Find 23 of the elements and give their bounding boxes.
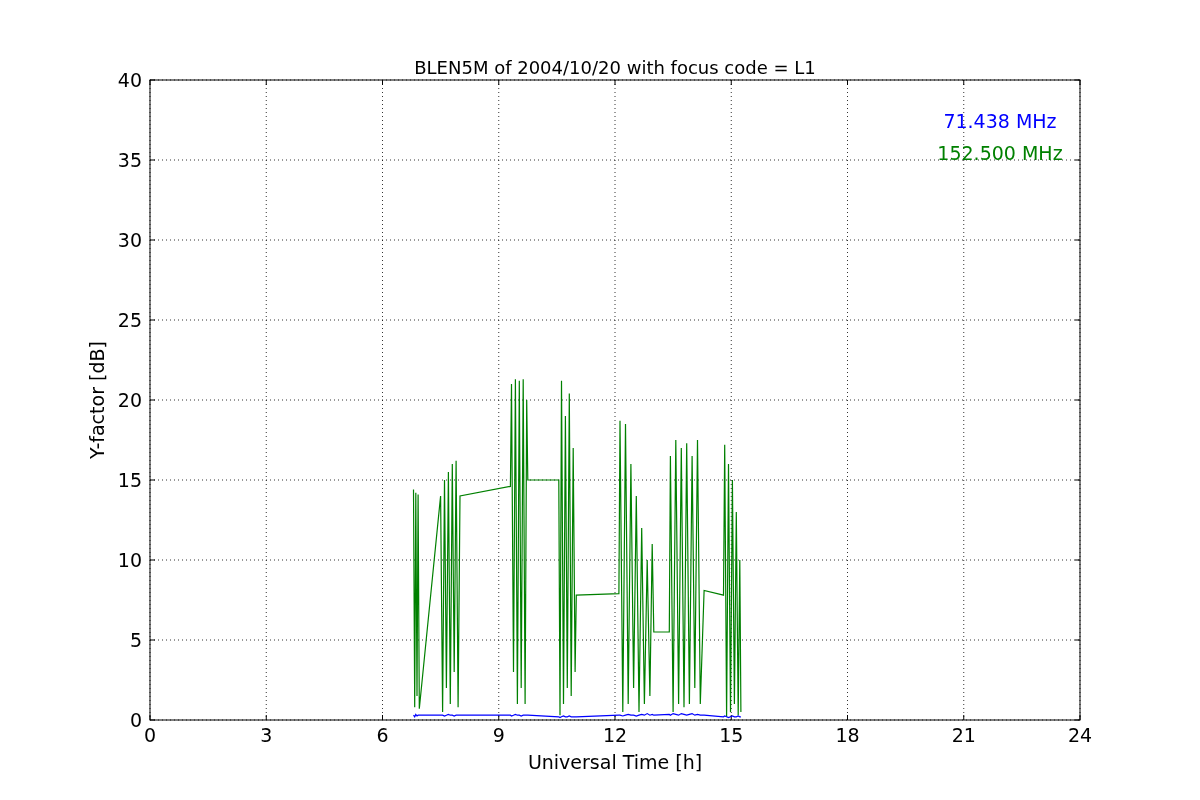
tick-label: 0 [129, 709, 142, 731]
tick-label: 12 [602, 724, 628, 746]
tick-label: 15 [117, 469, 142, 491]
tick-label: 24 [1067, 724, 1093, 746]
tick-label: 21 [951, 724, 976, 746]
legend-label: 152.500 MHz [937, 142, 1063, 164]
tick-label: 5 [129, 629, 142, 651]
tick-label: 3 [260, 724, 273, 746]
tick-label: 25 [117, 309, 142, 331]
legend-label: 71.438 MHz [943, 110, 1057, 132]
tick-label: 6 [376, 724, 389, 746]
x-axis-title: Universal Time [h] [527, 751, 703, 773]
tick-label: 10 [117, 549, 142, 571]
tick-label: 0 [143, 724, 157, 746]
tick-label: 9 [492, 724, 505, 746]
y-axis-title: Y-factor [dB] [86, 341, 108, 459]
tick-label: 20 [117, 389, 142, 411]
chart-title: BLEN5M of 2004/10/20 with focus code = L1 [414, 57, 816, 78]
tick-label: 15 [719, 724, 744, 746]
tick-label: 40 [117, 69, 142, 91]
tick-label: 35 [117, 149, 142, 171]
tick-label: 18 [835, 724, 860, 746]
tick-label: 30 [117, 229, 142, 251]
